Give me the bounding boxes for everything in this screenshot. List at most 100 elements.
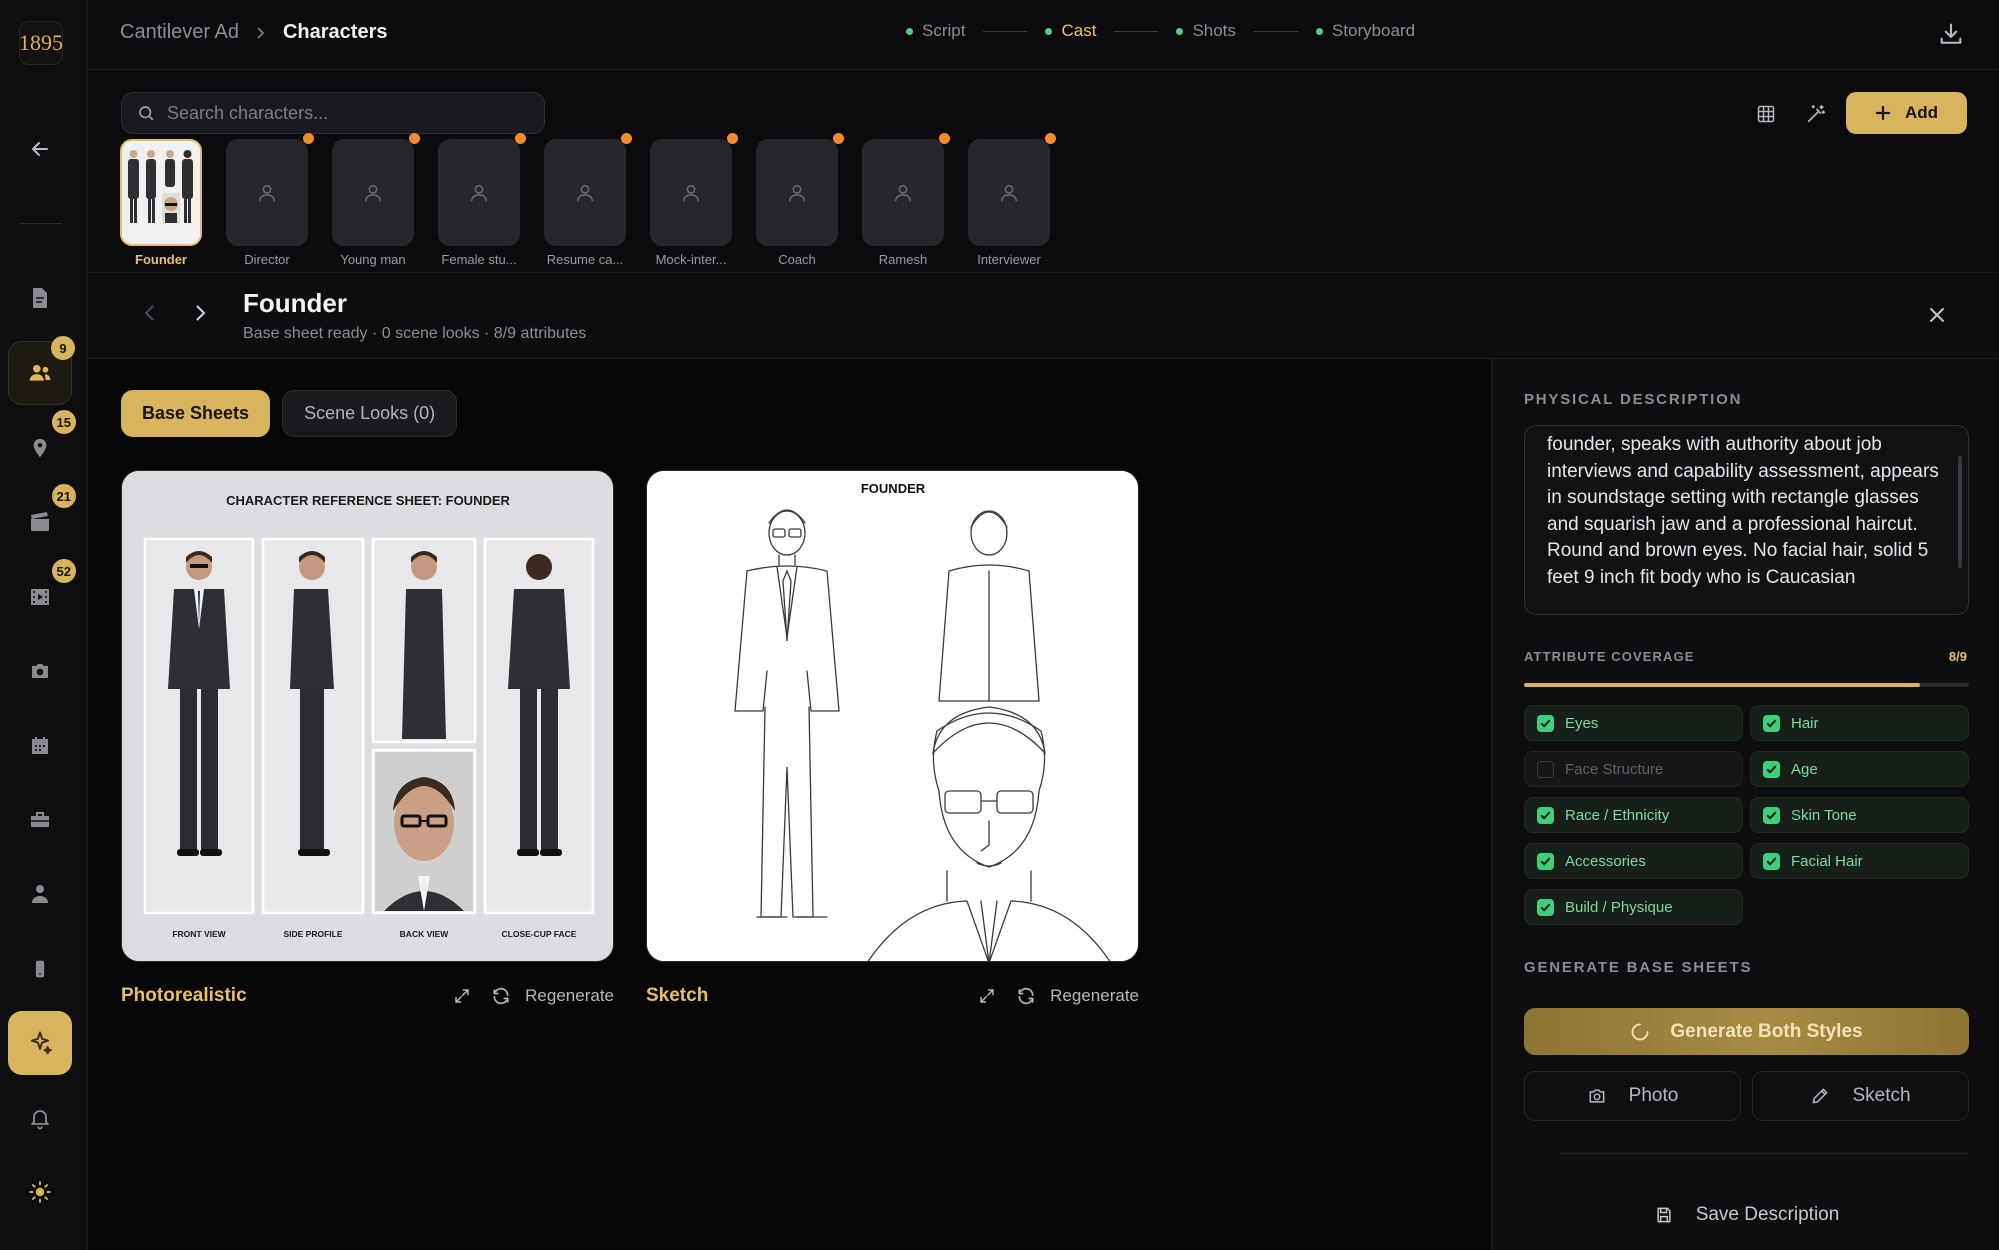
attribute-label: Facial Hair bbox=[1791, 852, 1863, 870]
character-card-resume-candidate[interactable]: Resume ca... bbox=[544, 133, 632, 267]
auto-generate-button[interactable] bbox=[1798, 96, 1834, 132]
pending-indicator bbox=[727, 133, 738, 144]
generate-sketch-label: Sketch bbox=[1852, 1085, 1911, 1106]
tab-scene-looks[interactable]: Scene Looks (0) bbox=[282, 390, 458, 437]
back-button[interactable] bbox=[8, 117, 72, 181]
step-connector bbox=[1253, 30, 1298, 32]
notifications-button[interactable] bbox=[8, 1086, 72, 1150]
sidebar-item-ai-assistant[interactable] bbox=[8, 1011, 72, 1075]
sparkles-icon bbox=[30, 1031, 52, 1055]
attribute-item[interactable]: Age bbox=[1750, 751, 1969, 787]
checkbox-unchecked-icon[interactable] bbox=[1537, 760, 1554, 778]
sidebar: 1895 9 15 21 52 bbox=[0, 0, 88, 1250]
view-label-front: FRONT VIEW bbox=[172, 929, 226, 939]
arrow-left-icon bbox=[32, 142, 48, 156]
generate-sketch-button[interactable]: Sketch bbox=[1752, 1071, 1969, 1121]
sketch-sheet-card[interactable]: FOUNDER bbox=[646, 470, 1139, 962]
step-storyboard[interactable]: Storyboard bbox=[1315, 21, 1415, 41]
attribute-label: Age bbox=[1791, 760, 1818, 778]
character-name: Young man bbox=[340, 252, 406, 267]
sketch-sheet-title: FOUNDER bbox=[861, 481, 926, 496]
checkbox-checked-icon[interactable] bbox=[1763, 852, 1780, 870]
checkbox-checked-icon[interactable] bbox=[1537, 806, 1554, 824]
sidebar-item-script[interactable] bbox=[8, 266, 72, 330]
sidebar-item-shots[interactable]: 52 bbox=[8, 559, 76, 629]
character-card-young-man[interactable]: Young man bbox=[332, 133, 420, 267]
sidebar-item-device[interactable] bbox=[8, 937, 72, 1001]
character-thumbnail bbox=[968, 133, 1056, 246]
step-status-dot bbox=[1176, 27, 1184, 35]
chevron-left-icon bbox=[144, 305, 154, 321]
save-description-button[interactable]: Save Description bbox=[1524, 1191, 1969, 1239]
close-detail-button[interactable] bbox=[1925, 303, 1949, 327]
photorealistic-sheet-card[interactable]: CHARACTER REFERENCE SHEET: FOUNDER FRONT… bbox=[121, 470, 614, 962]
character-name: Female stu... bbox=[441, 252, 517, 267]
pending-indicator bbox=[939, 133, 950, 144]
generate-both-label: Generate Both Styles bbox=[1670, 1020, 1863, 1042]
generate-both-styles-button[interactable]: Generate Both Styles bbox=[1524, 1008, 1969, 1055]
step-shots[interactable]: Shots bbox=[1176, 21, 1236, 41]
checkbox-checked-icon[interactable] bbox=[1537, 852, 1554, 870]
character-thumbnail bbox=[120, 139, 202, 246]
search-input[interactable] bbox=[167, 102, 507, 124]
calendar-icon bbox=[32, 737, 48, 754]
grid-icon bbox=[1757, 105, 1775, 123]
physical-description-textarea[interactable]: founder, speaks with authority about job… bbox=[1524, 425, 1969, 615]
character-card-interviewer[interactable]: Interviewer bbox=[968, 133, 1056, 267]
download-button[interactable] bbox=[1937, 20, 1965, 48]
generate-photo-button[interactable]: Photo bbox=[1524, 1071, 1741, 1121]
sidebar-item-scenes[interactable]: 21 bbox=[8, 484, 76, 554]
sidebar-item-cast[interactable]: 9 bbox=[8, 336, 75, 405]
attribute-item[interactable]: Accessories bbox=[1524, 843, 1743, 879]
breadcrumb-project-link[interactable]: Cantilever Ad bbox=[120, 21, 239, 44]
grid-view-button[interactable] bbox=[1748, 96, 1784, 132]
character-card-founder[interactable]: Founder bbox=[120, 139, 202, 267]
regenerate-photorealistic-button[interactable]: Regenerate bbox=[491, 986, 614, 1006]
physical-description-label: PHYSICAL DESCRIPTION bbox=[1524, 391, 1743, 408]
regenerate-label: Regenerate bbox=[525, 986, 614, 1005]
character-name: Founder bbox=[135, 252, 187, 267]
step-cast[interactable]: Cast bbox=[1045, 21, 1096, 41]
camera-icon bbox=[1589, 1089, 1605, 1103]
regenerate-sketch-button[interactable]: Regenerate bbox=[1016, 986, 1139, 1006]
theme-toggle-button[interactable] bbox=[8, 1160, 72, 1224]
attribute-item[interactable]: Build / Physique bbox=[1524, 889, 1743, 925]
character-card-coach[interactable]: Coach bbox=[756, 133, 844, 267]
step-script[interactable]: Script bbox=[906, 21, 965, 41]
checkbox-checked-icon[interactable] bbox=[1537, 714, 1554, 732]
sidebar-item-budget[interactable] bbox=[8, 788, 72, 852]
attribute-item[interactable]: Hair bbox=[1750, 705, 1969, 741]
attribute-item[interactable]: Race / Ethnicity bbox=[1524, 797, 1743, 833]
character-card-female-student[interactable]: Female stu... bbox=[438, 133, 526, 267]
attribute-item[interactable]: Eyes bbox=[1524, 705, 1743, 741]
checkbox-checked-icon[interactable] bbox=[1763, 760, 1780, 778]
base-sheets-area: Base Sheets Scene Looks (0) CHARACTER RE… bbox=[88, 359, 1491, 1250]
app-logo[interactable]: 1895 bbox=[19, 21, 63, 65]
tab-base-sheets[interactable]: Base Sheets bbox=[121, 390, 271, 437]
character-card-director[interactable]: Director bbox=[226, 133, 314, 267]
sidebar-item-locations[interactable]: 15 bbox=[8, 410, 76, 480]
character-card-mock-interviewer[interactable]: Mock-inter... bbox=[650, 133, 738, 267]
attribute-item[interactable]: Face Structure bbox=[1524, 751, 1743, 787]
character-name: Director bbox=[244, 252, 290, 267]
expand-icon[interactable] bbox=[453, 987, 471, 1005]
sidebar-item-camera[interactable] bbox=[8, 639, 72, 703]
sidebar-item-schedule[interactable] bbox=[8, 714, 72, 778]
description-scrollbar[interactable] bbox=[1958, 456, 1962, 568]
previous-character-button[interactable] bbox=[138, 301, 162, 325]
attribute-item[interactable]: Facial Hair bbox=[1750, 843, 1969, 879]
add-character-button[interactable]: Add bbox=[1846, 92, 1967, 134]
checkbox-checked-icon[interactable] bbox=[1763, 714, 1780, 732]
expand-icon[interactable] bbox=[978, 987, 996, 1005]
user-placeholder-icon bbox=[894, 184, 912, 201]
sidebar-item-crew[interactable] bbox=[8, 862, 72, 926]
character-card-ramesh[interactable]: Ramesh bbox=[862, 133, 950, 267]
cast-count-badge: 9 bbox=[51, 336, 75, 360]
checkbox-checked-icon[interactable] bbox=[1763, 806, 1780, 824]
attribute-item[interactable]: Skin Tone bbox=[1750, 797, 1969, 833]
checkbox-checked-icon[interactable] bbox=[1537, 898, 1554, 916]
bell-icon bbox=[30, 1110, 50, 1130]
next-character-button[interactable] bbox=[188, 301, 212, 325]
character-name: Coach bbox=[778, 252, 816, 267]
detail-tabs: Base Sheets Scene Looks (0) bbox=[121, 390, 458, 437]
